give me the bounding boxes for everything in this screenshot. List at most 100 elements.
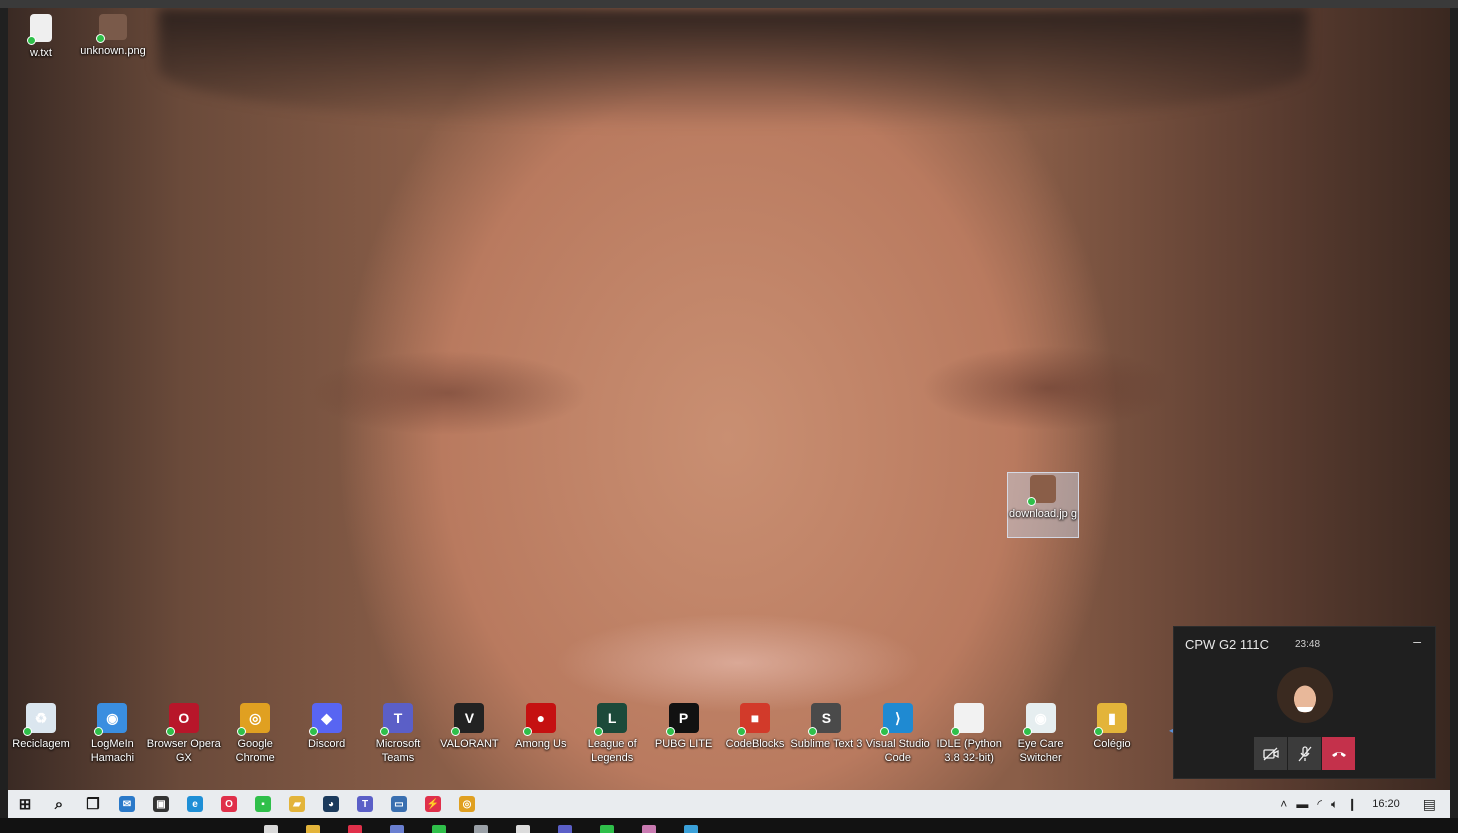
steam-icon: ◕	[323, 796, 339, 812]
icon-glyph: L	[607, 710, 617, 726]
underlying-taskbar-app	[684, 825, 698, 833]
screen: w.txt unknown.png download.jp g ♻ Recicla…	[0, 0, 1458, 833]
windows-start-icon: ⊞	[18, 796, 32, 813]
icon-glyph: ⟩	[895, 709, 901, 726]
taskbar-button[interactable]: ▪	[246, 790, 280, 818]
hang-up-button[interactable]	[1322, 737, 1355, 770]
icon-glyph: S	[821, 710, 832, 726]
desktop-icon-label: Colégio	[1093, 738, 1131, 750]
desktop-icon[interactable]: ◉ Eye Care Switcher	[1005, 703, 1077, 765]
teams-call-window[interactable]: CPW G2 111C 23:48 – ◂	[1169, 626, 1436, 779]
desktop-icon-label: Microsoft Teams	[375, 738, 421, 764]
text-file-icon	[27, 14, 52, 45]
icon-glyph: O	[178, 710, 190, 726]
taskbar-button[interactable]: ⊞	[8, 790, 42, 818]
desktop-icon-label: Browser Opera GX	[146, 738, 221, 764]
desktop-icon-download-jpg[interactable]: download.jp g	[1007, 472, 1079, 538]
chrome-icon: ◎	[237, 703, 271, 736]
desktop-icon-label: Google Chrome	[235, 738, 275, 764]
desktop-icon[interactable]: IDLE (Python 3.8 32-bit)	[933, 703, 1005, 765]
desktop-icon-label: Discord	[307, 738, 346, 750]
notifications-icon[interactable]: ▤	[1423, 796, 1436, 813]
desktop-icon-label: VALORANT	[440, 738, 499, 750]
camera-toggle-button[interactable]	[1254, 737, 1287, 770]
taskbar-button[interactable]: ⌕	[42, 790, 76, 818]
valorant-icon: V	[451, 703, 485, 736]
eye-care-icon: ◉	[1022, 703, 1056, 736]
desktop-icon[interactable]: ◉ LogMeIn Hamachi	[76, 703, 148, 765]
desktop-icon[interactable]: ■ CodeBlocks	[719, 703, 791, 751]
icon-glyph: ◉	[106, 709, 119, 726]
desktop-icon-label: LogMeIn Hamachi	[90, 738, 135, 764]
system-tray: ˄ ▬ ◜ 🔈︎ ❙ 16:20 ▤	[1280, 790, 1436, 818]
taskbar-button[interactable]: ⚡	[416, 790, 450, 818]
desktop-icon[interactable]: ◆ Discord	[291, 703, 363, 751]
taskbar-button[interactable]: e	[178, 790, 212, 818]
python-file-icon	[951, 703, 985, 736]
among-us-icon: ●	[522, 703, 556, 736]
wifi-icon[interactable]: ◜	[1317, 797, 1322, 811]
minimize-button[interactable]: –	[1413, 633, 1421, 649]
desktop-icon[interactable]: ◎ Google Chrome	[219, 703, 291, 765]
desktop-icon[interactable]: P PUBG LITE	[648, 703, 720, 751]
recycle-bin-icon: ♻	[23, 703, 56, 736]
underlying-taskbar-app	[264, 825, 278, 833]
taskbar-button[interactable]: ▰	[280, 790, 314, 818]
camera-off-icon	[1262, 747, 1279, 760]
volume-icon[interactable]: 🔈︎	[1331, 797, 1338, 812]
mail-icon: ✉	[119, 796, 135, 812]
opera-icon: O	[221, 796, 237, 812]
screen-icon: ▭	[391, 796, 407, 812]
icon-glyph: ◉	[1034, 709, 1047, 726]
taskbar-pinned-apps: ⊞ ⌕ ❒ ✉ ▣ e O ▪ ▰ ◕ T ▭ ⚡ ◎	[8, 790, 484, 818]
desktop-icon[interactable]: S Sublime Text 3	[790, 703, 862, 751]
taskbar-button[interactable]: ◎	[450, 790, 484, 818]
store-icon: ▣	[153, 796, 169, 812]
chrome-icon: ◎	[459, 796, 475, 812]
underlying-taskbar-app	[390, 825, 404, 833]
microphone-muted-icon	[1298, 745, 1311, 761]
desktop-icon-w-txt[interactable]: w.txt	[8, 14, 77, 60]
taskbar-button[interactable]: ◕	[314, 790, 348, 818]
desktop-icon[interactable]: L League of Legends	[576, 703, 648, 765]
opera-gx-icon: O	[165, 703, 199, 736]
taskbar-button[interactable]: ▭	[382, 790, 416, 818]
desktop-icon-label: Sublime Text 3	[790, 738, 863, 750]
taskbar-button[interactable]: ✉	[110, 790, 144, 818]
desktop-icon[interactable]: ⟩ Visual Studio Code	[862, 703, 934, 765]
mute-button[interactable]	[1288, 737, 1321, 770]
taskbar-button[interactable]: O	[212, 790, 246, 818]
icon-glyph: ■	[750, 710, 760, 726]
desktop-icon[interactable]: ▮ Colégio	[1076, 703, 1148, 751]
search-icon: ⌕	[54, 795, 64, 813]
show-hidden-icons-button[interactable]: ˄	[1280, 797, 1287, 811]
desktop-icon-unknown-png[interactable]: unknown.png	[77, 14, 149, 58]
desktop-icon[interactable]: O Browser Opera GX	[146, 703, 221, 765]
desktop-icon[interactable]: T Microsoft Teams	[362, 703, 434, 765]
underlying-taskbar-app	[600, 825, 614, 833]
discord-icon: ◆	[308, 703, 342, 736]
icon-glyph: ♻	[34, 709, 48, 726]
underlying-taskbar-app	[348, 825, 362, 833]
icon-glyph: T	[393, 710, 403, 726]
taskbar-clock[interactable]: 16:20	[1372, 798, 1400, 810]
call-expand-icon[interactable]: ◂	[1169, 726, 1175, 735]
taskbar-button[interactable]: ▣	[144, 790, 178, 818]
taskbar-button[interactable]: ❒	[76, 790, 110, 818]
desktop-icon-label: unknown.png	[80, 45, 146, 57]
desktop-icon-label: download.jp g	[1009, 508, 1077, 520]
teams-icon: T	[380, 703, 413, 736]
desktop-icon-label: IDLE (Python 3.8 32-bit)	[936, 738, 1002, 764]
desktop-icon[interactable]: V VALORANT	[433, 703, 505, 751]
underlying-taskbar-app	[432, 825, 446, 833]
icon-glyph: ◎	[249, 709, 262, 726]
folder-icon: ▮	[1094, 703, 1127, 736]
battery-icon[interactable]: ▬	[1296, 797, 1308, 811]
desktop-icon[interactable]: ● Among Us	[505, 703, 577, 751]
icon-glyph: ▮	[1108, 709, 1116, 726]
edge-icon: e	[187, 796, 203, 812]
taskbar: ⊞ ⌕ ❒ ✉ ▣ e O ▪ ▰ ◕ T ▭ ⚡ ◎ ˄ ▬ ◜ 🔈︎ ❙ 16:20 ▤	[8, 790, 1450, 818]
microphone-icon[interactable]: ❙	[1347, 797, 1357, 811]
desktop-icon[interactable]: ♻ Reciclagem	[8, 703, 77, 751]
taskbar-button[interactable]: T	[348, 790, 382, 818]
